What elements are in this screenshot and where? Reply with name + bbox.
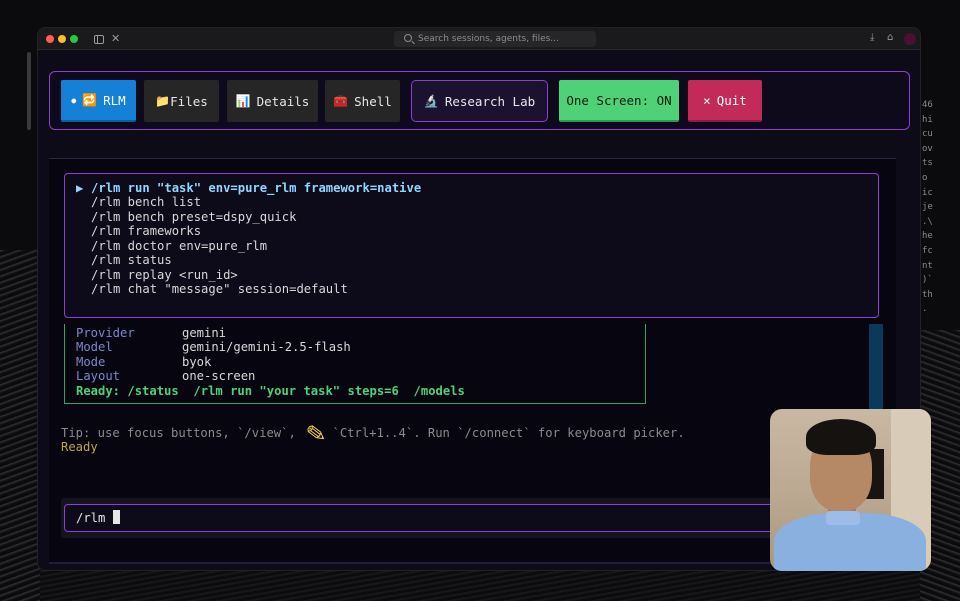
side-text-line: .	[922, 304, 928, 315]
info-row-model: Model gemini/gemini-2.5-flash	[76, 340, 351, 355]
prompt-container: /rlm	[61, 498, 890, 538]
scrollbar[interactable]	[869, 324, 883, 409]
search-placeholder: Search sessions, agents, files...	[418, 34, 559, 44]
quit-button-label: Quit	[716, 92, 747, 108]
toolbox-icon: 🧰	[333, 94, 349, 108]
shell-button[interactable]: 🧰 Shell	[325, 80, 400, 122]
command-item[interactable]: /rlm frameworks	[76, 224, 878, 238]
repeat-icon: 🔁	[82, 93, 98, 107]
ready-hint: Ready: /status /rlm run "your task" step…	[76, 383, 465, 398]
command-item[interactable]: /rlm doctor env=pure_rlm	[76, 239, 878, 253]
side-text-line: ic	[922, 187, 933, 198]
side-window-text: 46 hi cu ov ts o ic je .\ he fc nt )` th.	[922, 98, 936, 317]
rlm-button-label: RLM	[103, 92, 126, 108]
side-text-line: ts	[922, 158, 933, 169]
side-text-line: )`	[922, 275, 933, 286]
side-text-line: cu	[922, 129, 933, 140]
side-text-line: th	[922, 289, 933, 300]
side-text-line: ov	[922, 143, 933, 154]
command-item[interactable]: /rlm bench preset=dspy_quick	[76, 210, 878, 224]
quit-button[interactable]: × Quit	[688, 80, 762, 122]
info-row-provider: Provider gemini	[76, 326, 227, 340]
command-suggestion-menu: ▶/rlm run "task" env=pure_rlm framework=…	[64, 173, 879, 318]
pencil-cursor-icon: ✎	[304, 418, 328, 450]
chart-icon: 📊	[235, 94, 251, 108]
command-item[interactable]: /rlm bench list	[76, 195, 878, 209]
command-input-value: /rlm	[76, 511, 113, 525]
search-icon	[404, 34, 412, 42]
minimize-window-button[interactable]	[58, 35, 66, 43]
research-lab-button[interactable]: 🔬 Research Lab	[411, 80, 548, 122]
background-wave-left	[0, 250, 40, 601]
shell-button-label: Shell	[354, 93, 392, 109]
command-item[interactable]: /rlm status	[76, 253, 878, 267]
info-row-mode: Mode byok	[76, 354, 212, 369]
research-lab-button-label: Research Lab	[444, 93, 536, 109]
microscope-icon: 🔬	[423, 94, 439, 108]
side-text-line: .\	[922, 216, 933, 227]
files-button[interactable]: 📁 Files	[144, 80, 219, 122]
close-window-button[interactable]	[46, 35, 54, 43]
side-text-line: 46	[922, 100, 933, 110]
text-cursor	[112, 510, 120, 524]
info-row-layout: Layout one-screen	[76, 369, 256, 384]
session-info-panel: Provider gemini Model gemini/gemini-2.5-…	[64, 324, 646, 404]
command-item[interactable]: /rlm replay <run_id>	[76, 268, 878, 282]
tools-icon[interactable]: ✕	[111, 32, 120, 45]
inbox-icon[interactable]: ⌂	[887, 32, 893, 43]
tip-text: Tip: use focus buttons, `/view`, `Ctrl+1…	[61, 426, 685, 440]
maximize-window-button[interactable]	[70, 35, 78, 43]
download-icon[interactable]: ⤓	[870, 32, 874, 43]
folder-icon: 📁	[155, 94, 171, 108]
one-screen-toggle-label: One Screen: ON	[566, 92, 672, 108]
sidebar-toggle-icon[interactable]	[94, 35, 104, 44]
close-icon: ×	[703, 92, 711, 108]
left-edge-strip	[27, 52, 31, 130]
search-input[interactable]: Search sessions, agents, files...	[394, 31, 596, 47]
avatar[interactable]	[904, 33, 916, 45]
side-text-line: o	[922, 172, 928, 183]
rlm-button[interactable]: ● 🔁 RLM	[61, 80, 136, 122]
status-text: Ready	[61, 440, 98, 454]
focus-toolbar: ● 🔁 RLM 📁 Files 📊 Details 🧰 Shell 🔬 Resea…	[49, 71, 910, 130]
selected-arrow-icon: ▶	[76, 181, 84, 195]
window-bottom-border	[49, 562, 896, 564]
side-text-line: hi	[922, 114, 933, 125]
side-text-line: he	[922, 231, 933, 242]
active-dot-icon: ●	[71, 95, 77, 105]
side-text-line: je	[922, 202, 933, 213]
files-button-label: Files	[170, 93, 208, 109]
one-screen-toggle[interactable]: One Screen: ON	[559, 80, 679, 122]
command-input[interactable]: /rlm	[64, 504, 887, 532]
details-button-label: Details	[256, 93, 310, 109]
command-item-selected[interactable]: ▶/rlm run "task" env=pure_rlm framework=…	[76, 181, 878, 195]
titlebar: ✕ Search sessions, agents, files... ⤓ ⌂	[38, 28, 920, 50]
details-button[interactable]: 📊 Details	[227, 80, 318, 122]
side-text-line: nt	[922, 260, 933, 271]
command-item[interactable]: /rlm chat "message" session=default	[76, 282, 878, 296]
webcam-overlay	[770, 409, 931, 571]
side-text-line: fc	[922, 245, 933, 256]
